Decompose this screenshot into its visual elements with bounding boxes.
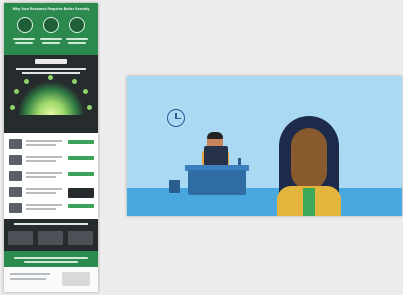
feature-icon — [9, 139, 22, 149]
trash-bin-icon — [169, 180, 180, 193]
header-caption — [40, 38, 62, 40]
network-node — [10, 105, 15, 110]
feature-text — [26, 172, 62, 174]
feature-text — [26, 204, 62, 206]
network-node — [87, 105, 92, 110]
woman-face — [291, 128, 327, 190]
monitor-icon — [204, 146, 228, 166]
network-node — [72, 79, 77, 84]
infographic-green-band — [4, 251, 98, 267]
footer-text — [10, 278, 46, 280]
section-subtitle — [14, 223, 88, 225]
globe-graphic — [19, 81, 83, 115]
feature-text — [26, 208, 56, 210]
network-node — [83, 89, 88, 94]
header-caption — [66, 38, 88, 40]
footer-logo — [62, 272, 90, 286]
feature-tag — [68, 172, 94, 176]
desk — [188, 170, 246, 195]
infographic-title: Why Your Resource Requires Better Securi… — [12, 7, 90, 11]
header-circle-icon — [17, 17, 33, 33]
header-caption — [42, 42, 60, 44]
feature-text — [26, 156, 62, 158]
network-node — [48, 75, 53, 80]
feature-tag — [68, 188, 94, 198]
infographic-header: Why Your Resource Requires Better Securi… — [4, 3, 98, 55]
band-text — [24, 261, 78, 263]
feature-text — [26, 176, 56, 178]
infographic-thumbnail[interactable]: Why Your Resource Requires Better Securi… — [4, 3, 98, 292]
footer-text — [10, 273, 50, 275]
dark-card — [68, 231, 93, 245]
woman-collar — [303, 188, 315, 216]
header-circle-icon — [69, 17, 85, 33]
header-caption — [15, 42, 33, 44]
infographic-body — [4, 133, 98, 219]
dark-card — [38, 231, 63, 245]
feature-tag — [68, 204, 94, 208]
infographic-dark-cards — [4, 219, 98, 251]
worker-hair — [207, 132, 223, 139]
feature-icon — [9, 171, 22, 181]
clock-icon — [167, 109, 185, 127]
feature-tag — [68, 156, 94, 160]
header-caption — [13, 38, 35, 40]
section-subtitle — [22, 72, 80, 74]
feature-text — [26, 160, 56, 162]
feature-tag — [68, 140, 94, 144]
logo — [35, 59, 67, 64]
header-caption — [68, 42, 86, 44]
feature-icon — [9, 155, 22, 165]
feature-icon — [9, 187, 22, 197]
network-node — [14, 89, 19, 94]
feature-text — [26, 144, 56, 146]
band-text — [14, 257, 88, 259]
infographic-footer — [4, 267, 98, 292]
feature-text — [26, 192, 56, 194]
feature-text — [26, 188, 62, 190]
header-circle-icon — [43, 17, 59, 33]
dark-card — [8, 231, 33, 245]
feature-text — [26, 140, 62, 142]
office-illustration[interactable] — [127, 76, 402, 216]
section-subtitle — [16, 68, 86, 70]
infographic-dark-section — [4, 55, 98, 133]
network-node — [24, 79, 29, 84]
feature-icon — [9, 203, 22, 213]
